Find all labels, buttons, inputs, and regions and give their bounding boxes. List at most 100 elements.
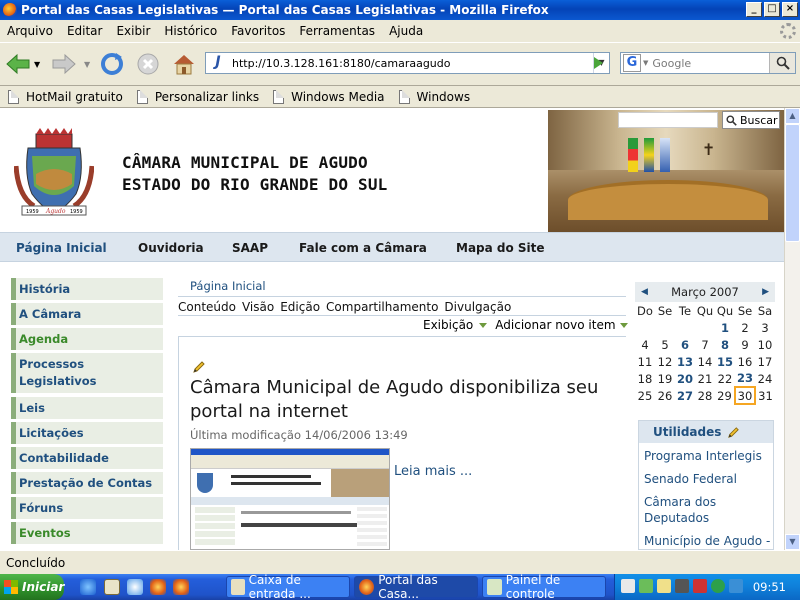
search-box[interactable]: G ▼ Google [620,52,796,74]
sidebar-item-foruns[interactable]: Fóruns [11,497,163,519]
menu-ajuda[interactable]: Ajuda [382,24,430,38]
calendar-prev-icon[interactable]: ◀ [641,287,648,297]
maximize-button[interactable]: □ [764,2,780,17]
read-more-link[interactable]: Leia mais ... [394,464,472,479]
sidebar-item-historia[interactable]: História [11,278,163,300]
tab-visao[interactable]: Visão [242,300,274,314]
calendar-day[interactable]: 8 [715,336,735,353]
media-player-icon[interactable] [127,579,143,595]
menu-historico[interactable]: Histórico [157,24,224,38]
breadcrumb[interactable]: Página Inicial [190,279,266,293]
sidebar-item-a-camara[interactable]: A Câmara [11,303,163,325]
calendar-day[interactable]: 1 [715,319,735,336]
sidebar-item-prestacao-de-contas[interactable]: Prestação de Contas [11,472,163,494]
battery-icon[interactable] [675,579,689,593]
sidebar-item-eventos[interactable]: Eventos [11,522,163,544]
taskbar-item-portal[interactable]: Portal das Casa... [354,573,478,600]
vertical-scrollbar[interactable]: ▲ ▼ [784,108,800,550]
exibicao-menu[interactable]: Exibição [423,318,473,332]
reload-button[interactable] [98,50,126,78]
tray-app-icon[interactable] [657,579,671,593]
url-text[interactable]: http://10.3.128.161:8180/camaraagudo [232,57,451,70]
engine-dropdown-icon[interactable]: ▼ [643,59,648,67]
forward-dropdown-icon[interactable]: ▼ [84,60,90,69]
firefox-quicklaunch-icon[interactable] [173,579,189,595]
tab-compartilhamento[interactable]: Compartilhamento [326,300,438,314]
tab-divulgacao[interactable]: Divulgação [444,300,511,314]
menu-favoritos[interactable]: Favoritos [224,24,292,38]
windows-taskbar: Iniciar Caixa de entrada ... Portal das … [0,573,800,600]
exibicao-dropdown-icon[interactable] [479,322,488,328]
bookmark-personalizar[interactable]: Personalizar links [136,89,259,104]
close-button[interactable]: × [782,2,798,17]
utility-link-senado[interactable]: Senado Federal [644,471,737,487]
menu-arquivo[interactable]: Arquivo [0,24,60,38]
taskbar-item-control-panel[interactable]: Painel de controle [482,573,606,600]
edit-pencil-icon[interactable] [192,360,206,374]
antivirus-icon[interactable] [693,579,707,593]
tab-edicao[interactable]: Edição [280,300,320,314]
go-button[interactable] [588,53,608,73]
volume-icon[interactable] [621,579,635,593]
scrollbar-thumb[interactable] [785,124,800,242]
forward-button[interactable] [50,50,78,78]
menu-exibir[interactable]: Exibir [109,24,157,38]
internet-explorer-icon[interactable] [80,579,96,595]
bookmark-hotmail[interactable]: HotMail gratuito [8,89,123,104]
security-check-icon[interactable] [711,579,725,593]
sidebar-item-contabilidade[interactable]: Contabilidade [11,447,163,469]
site-search-button[interactable]: Buscar [722,111,780,129]
status-bar: Concluído [0,550,800,574]
nav-fale-com-a-camara[interactable]: Fale com a Câmara [299,241,427,255]
back-button[interactable] [4,50,32,78]
firefox-quicklaunch-icon[interactable] [150,579,166,595]
portal-screenshot-thumbnail[interactable] [190,448,390,550]
menu-ferramentas[interactable]: Ferramentas [292,24,382,38]
back-dropdown-icon[interactable]: ▼ [34,60,40,69]
add-new-item-dropdown-icon[interactable] [619,322,628,328]
edit-pencil-icon[interactable] [727,426,740,439]
nav-ouvidoria[interactable]: Ouvidoria [138,241,204,255]
utility-link-camara-deputados[interactable]: Câmara dos Deputados [644,494,754,526]
nav-mapa-do-site[interactable]: Mapa do Site [456,241,545,255]
add-new-item-menu[interactable]: Adicionar novo item [495,318,615,332]
calendar-day[interactable]: 6 [675,336,695,353]
messenger-icon[interactable] [729,579,743,593]
tab-conteudo[interactable]: Conteúdo [178,300,236,314]
address-bar[interactable]: J http://10.3.128.161:8180/camaraagudo ▼ [205,52,610,74]
calendar-day[interactable]: 23 [735,370,755,387]
calendar-day[interactable]: 20 [675,370,695,387]
bookmark-windows-media[interactable]: Windows Media [273,89,385,104]
search-button[interactable] [769,53,795,73]
go-arrow-icon [594,57,603,69]
calendar-next-icon[interactable]: ▶ [762,287,769,297]
sidebar-item-processos-legislativos[interactable]: Processos Legislativos [11,353,163,393]
utility-link-municipio[interactable]: Município de Agudo - [644,533,770,549]
sidebar-item-leis[interactable]: Leis [11,397,163,419]
scroll-down-icon[interactable]: ▼ [785,534,800,550]
site-search-input[interactable] [618,112,718,128]
scroll-up-icon[interactable]: ▲ [785,108,800,124]
menu-editar[interactable]: Editar [60,24,110,38]
sidebar-item-agenda[interactable]: Agenda [11,328,163,350]
nav-saap[interactable]: SAAP [232,241,268,255]
sidebar-item-licitacoes[interactable]: Licitações [11,422,163,444]
nav-pagina-inicial[interactable]: Página Inicial [16,241,107,255]
minimize-button[interactable]: _ [746,2,762,17]
calendar-weekday: Qu [716,303,734,318]
bookmark-windows[interactable]: Windows [398,89,470,104]
home-button[interactable] [170,50,198,78]
site-name: CÂMARA MUNICIPAL DE AGUDO ESTADO DO RIO … [122,152,388,196]
taskbar-item-inbox[interactable]: Caixa de entrada ... [226,573,350,600]
calendar-day: 4 [641,337,649,352]
start-button[interactable]: Iniciar [0,574,64,600]
stop-button[interactable] [134,50,162,78]
calendar-day[interactable]: 13 [675,353,695,370]
google-engine-icon[interactable]: G [623,54,641,72]
network-icon[interactable] [639,579,653,593]
utility-link-interlegis[interactable]: Programa Interlegis [644,448,762,464]
search-input[interactable]: Google [652,57,691,70]
calendar-day[interactable]: 27 [675,387,695,404]
calendar-day[interactable]: 15 [715,353,735,370]
show-desktop-icon[interactable] [104,579,120,595]
